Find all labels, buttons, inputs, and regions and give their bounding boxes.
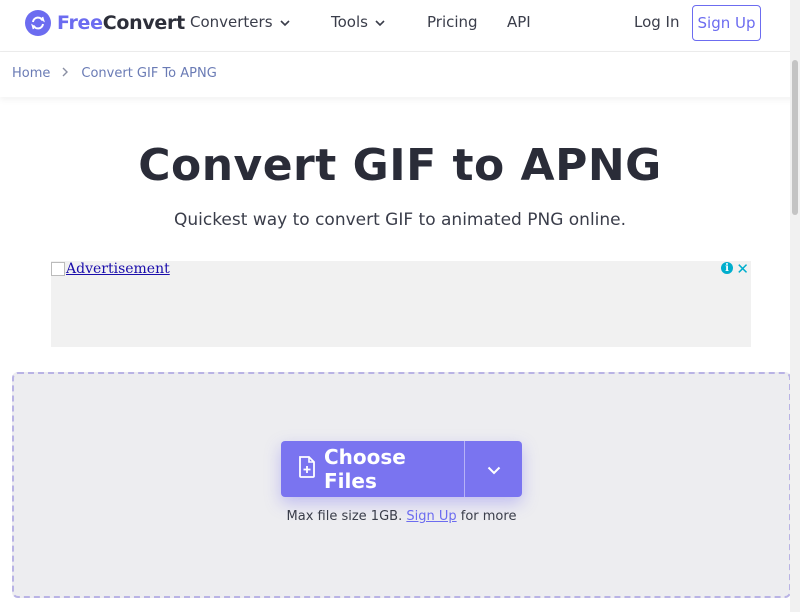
logo-text-free: Free (57, 12, 103, 34)
choose-files-button[interactable]: Choose Files (281, 441, 522, 497)
advertisement-alt-text: Advertisement (66, 261, 170, 277)
signup-button[interactable]: Sign Up (692, 5, 761, 41)
logo[interactable]: FreeConvert (25, 10, 185, 36)
chevron-down-icon (487, 460, 501, 479)
nav-pricing[interactable]: Pricing (427, 13, 478, 31)
nav-tools[interactable]: Tools (331, 13, 385, 31)
file-size-note-suffix: for more (460, 509, 517, 524)
breadcrumb-bar: Home Convert GIF To APNG (0, 52, 800, 97)
page-title: Convert GIF to APNG (138, 140, 662, 191)
close-icon[interactable]: ✕ (736, 260, 749, 278)
file-add-icon (298, 455, 316, 483)
broken-image-icon (51, 262, 65, 276)
choose-files-dropdown[interactable] (465, 441, 522, 497)
advertisement[interactable]: Advertisement i ✕ (51, 260, 751, 347)
chevron-down-icon (279, 13, 290, 31)
logo-text-convert: Convert (102, 12, 185, 34)
chevron-right-icon (62, 66, 69, 81)
login-link[interactable]: Log In (634, 13, 680, 31)
nav-api[interactable]: API (507, 13, 531, 31)
logo-text: FreeConvert (57, 12, 185, 34)
breadcrumb: Home Convert GIF To APNG (12, 66, 217, 81)
nav-converters[interactable]: Converters (190, 13, 290, 31)
nav-pricing-label: Pricing (427, 13, 478, 31)
chevron-down-icon (375, 13, 385, 31)
advertisement-link[interactable]: Advertisement (51, 261, 170, 277)
choose-files-main[interactable]: Choose Files (281, 441, 464, 497)
nav-tools-label: Tools (331, 13, 368, 31)
nav-api-label: API (507, 13, 531, 31)
signup-link[interactable]: Sign Up (406, 509, 456, 524)
scrollbar-thumb[interactable] (792, 60, 798, 215)
site-header: FreeConvert Converters Tools Pricing API… (0, 0, 800, 52)
file-size-note: Max file size 1GB. Sign Up for more (0, 509, 800, 524)
nav-converters-label: Converters (190, 13, 273, 31)
convert-cycle-icon (25, 10, 51, 36)
file-size-note-text: Max file size 1GB. (286, 509, 403, 524)
page-scrollbar[interactable] (790, 0, 800, 612)
choose-files-label: Choose Files (324, 445, 406, 493)
page-subtitle: Quickest way to convert GIF to animated … (173, 210, 627, 230)
breadcrumb-current[interactable]: Convert GIF To APNG (81, 66, 216, 81)
breadcrumb-home[interactable]: Home (12, 66, 50, 81)
info-icon[interactable]: i (721, 262, 733, 274)
